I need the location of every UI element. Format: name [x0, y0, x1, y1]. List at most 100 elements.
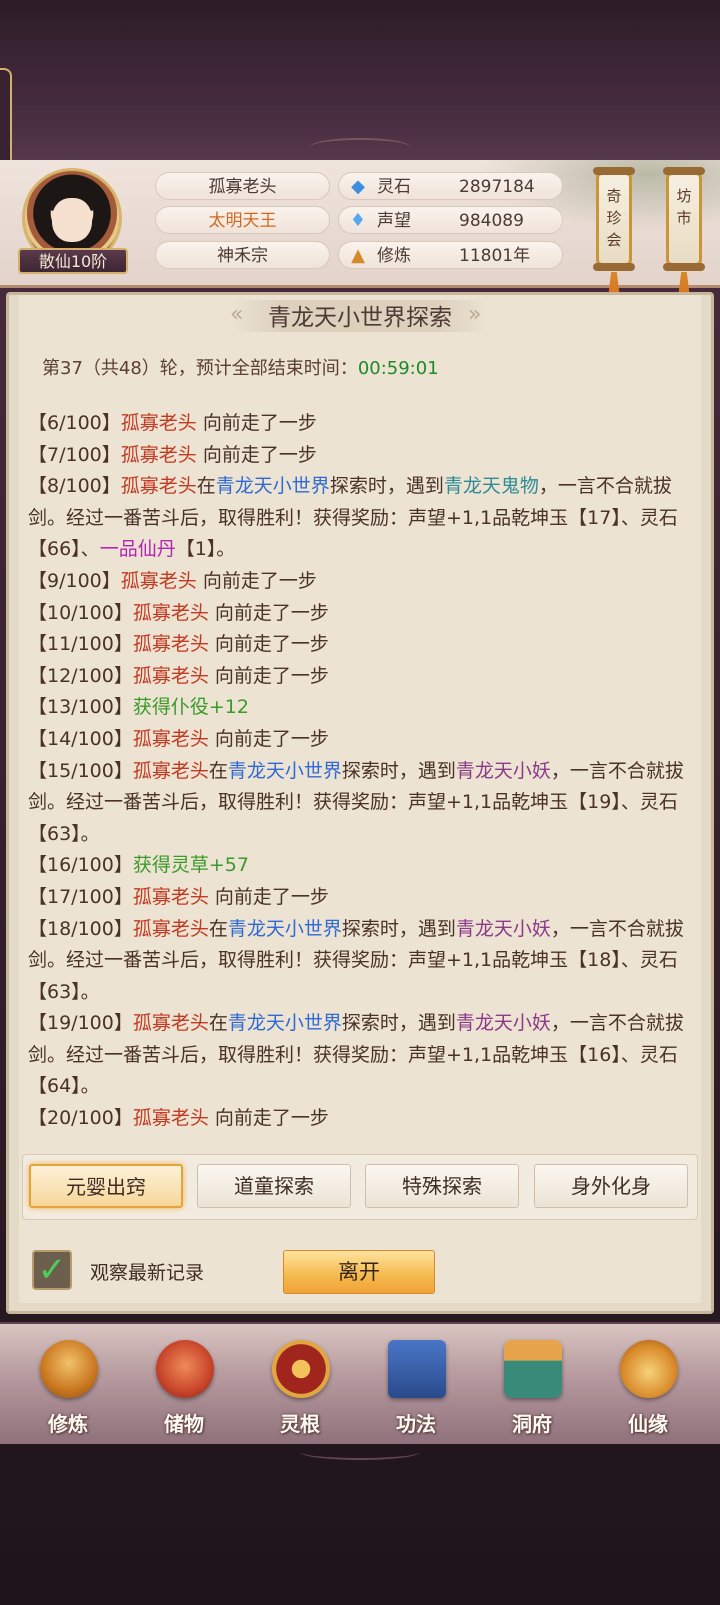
log-segment: 孤寡老头	[120, 475, 197, 498]
nav-techniques[interactable]: 功法	[366, 1330, 466, 1440]
log-segment: 青龙天小妖	[455, 1012, 551, 1035]
log-segment: 【11/100】	[28, 633, 133, 656]
prestige-icon: ♦	[349, 210, 367, 231]
log-segment: 向前走了一步	[208, 885, 329, 908]
log-segment: 向前走了一步	[196, 443, 317, 466]
log-segment: 孤寡老头	[132, 917, 209, 940]
log-segment: 向前走了一步	[196, 569, 317, 592]
log-entry: 【20/100】孤寡老头 向前走了一步	[28, 1103, 696, 1135]
storage-bag-icon	[156, 1340, 214, 1398]
side-tab-handle[interactable]	[0, 68, 12, 172]
stat-prestige: ♦ 声望 984089	[338, 206, 563, 234]
log-entry: 【17/100】孤寡老头 向前走了一步	[28, 882, 696, 914]
player-sect: 神禾宗	[155, 241, 330, 269]
log-segment: 【19/100】	[28, 1012, 133, 1035]
log-segment: 向前走了一步	[208, 664, 329, 687]
stat-spirit-stone: ◆ 灵石 2897184	[338, 172, 563, 200]
log-segment: 在	[196, 475, 216, 498]
log-segment: 青龙天小妖	[455, 917, 551, 940]
log-segment: 【17/100】	[28, 885, 133, 908]
log-segment: 青龙天小世界	[227, 917, 342, 940]
scripture-book-icon	[388, 1340, 446, 1398]
log-entry: 【14/100】孤寡老头 向前走了一步	[28, 724, 696, 756]
gourd-icon	[620, 1340, 678, 1398]
log-entry: 【11/100】孤寡老头 向前走了一步	[28, 629, 696, 661]
log-segment: 探索时，遇到	[341, 1012, 456, 1035]
market-button[interactable]: 坊市	[663, 167, 705, 271]
log-segment: 获得灵草+57	[132, 854, 249, 877]
nav-cave-mansion[interactable]: 洞府	[482, 1330, 582, 1440]
log-segment: 向前走了一步	[208, 727, 329, 750]
watch-latest-label: 观察最新记录	[90, 1262, 205, 1284]
tab-avatar-clone[interactable]: 身外化身	[534, 1164, 688, 1208]
end-time: 00:59:01	[357, 358, 439, 379]
log-segment: 一品仙丹	[99, 538, 176, 561]
log-segment: 【18/100】	[28, 917, 133, 940]
log-segment: 探索时，遇到	[341, 759, 456, 782]
round-info: 第37（共48）轮，预计全部结束时间：00:59:01	[42, 358, 439, 379]
exploration-log[interactable]: 【6/100】孤寡老头 向前走了一步 【7/100】孤寡老头 向前走了一步 【8/1…	[28, 408, 696, 1135]
cultivate-icon	[40, 1340, 98, 1398]
log-segment: 向前走了一步	[208, 633, 329, 656]
log-segment: 【10/100】	[28, 601, 133, 624]
spirit-stone-icon: ◆	[351, 176, 365, 197]
tab-servant-explore[interactable]: 道童探索	[197, 1164, 351, 1208]
bottom-ornament	[300, 1444, 420, 1460]
log-segment: 孤寡老头	[132, 664, 209, 687]
log-segment: 获得仆役+12	[132, 696, 249, 719]
log-segment: 青龙天小世界	[227, 759, 342, 782]
log-segment: 【15/100】	[28, 759, 133, 782]
log-segment: 孤寡老头	[132, 759, 209, 782]
panel-title: 青龙天小世界探索	[268, 305, 452, 331]
log-entry: 【7/100】孤寡老头 向前走了一步	[28, 440, 696, 472]
log-segment: 孤寡老头	[132, 633, 209, 656]
tab-special-explore[interactable]: 特殊探索	[365, 1164, 519, 1208]
log-segment: 【16/100】	[28, 854, 133, 877]
log-entry: 【8/100】孤寡老头在青龙天小世界探索时，遇到青龙天鬼物，一言不合就拔剑。经过…	[28, 471, 696, 566]
log-segment: 孤寡老头	[120, 569, 197, 592]
log-segment: 孤寡老头	[132, 885, 209, 908]
log-segment: 向前走了一步	[208, 1107, 329, 1130]
top-ornament	[310, 138, 410, 156]
log-segment: 孤寡老头	[120, 443, 197, 466]
leave-button[interactable]: 离开	[283, 1250, 435, 1294]
log-segment: 青龙天小世界	[227, 1012, 342, 1035]
log-entry: 【10/100】孤寡老头 向前走了一步	[28, 598, 696, 630]
nav-storage[interactable]: 储物	[134, 1330, 234, 1440]
log-segment: 向前走了一步	[208, 601, 329, 624]
watch-latest-checkbox[interactable]: ✓	[32, 1250, 72, 1290]
spirit-root-icon	[272, 1340, 330, 1398]
nav-immortal-fate[interactable]: 仙缘	[598, 1330, 698, 1440]
log-entry: 【15/100】孤寡老头在青龙天小世界探索时，遇到青龙天小妖，一言不合就拔剑。经…	[28, 756, 696, 851]
stat-cultivation: ▲ 修炼 11801年	[338, 241, 563, 269]
log-segment: 【12/100】	[28, 664, 133, 687]
treasure-auction-button[interactable]: 奇珍会	[593, 167, 635, 271]
log-segment: 孤寡老头	[132, 1012, 209, 1035]
tab-nascent-soul[interactable]: 元婴出窍	[29, 1164, 183, 1208]
log-segment: 【8/100】	[28, 475, 121, 498]
nav-spirit-root[interactable]: 灵根	[250, 1330, 350, 1440]
log-segment: 【14/100】	[28, 727, 133, 750]
log-entry: 【6/100】孤寡老头 向前走了一步	[28, 408, 696, 440]
log-entry: 【12/100】孤寡老头 向前走了一步	[28, 661, 696, 693]
log-segment: 青龙天鬼物	[443, 475, 539, 498]
log-entry: 【9/100】孤寡老头 向前走了一步	[28, 566, 696, 598]
log-segment: 【7/100】	[28, 443, 121, 466]
log-segment: 在	[208, 917, 228, 940]
log-segment: 青龙天小世界	[215, 475, 330, 498]
log-segment: 探索时，遇到	[341, 917, 456, 940]
cultivation-icon: ▲	[351, 245, 365, 266]
log-segment: 青龙天小妖	[455, 759, 551, 782]
log-segment: 在	[208, 1012, 228, 1035]
log-entry: 【13/100】获得仆役+12	[28, 692, 696, 724]
log-segment: 孤寡老头	[120, 412, 197, 434]
log-segment: 孤寡老头	[132, 727, 209, 750]
log-entry: 【19/100】孤寡老头在青龙天小世界探索时，遇到青龙天小妖，一言不合就拔剑。经…	[28, 1008, 696, 1103]
log-segment: 探索时，遇到	[329, 475, 444, 498]
log-segment: 向前走了一步	[196, 412, 317, 434]
log-entry: 【16/100】获得灵草+57	[28, 850, 696, 882]
nav-cultivate[interactable]: 修炼	[18, 1330, 118, 1440]
log-segment: 【13/100】	[28, 696, 133, 719]
player-title: 太明天王	[155, 206, 330, 234]
log-segment: 在	[208, 759, 228, 782]
